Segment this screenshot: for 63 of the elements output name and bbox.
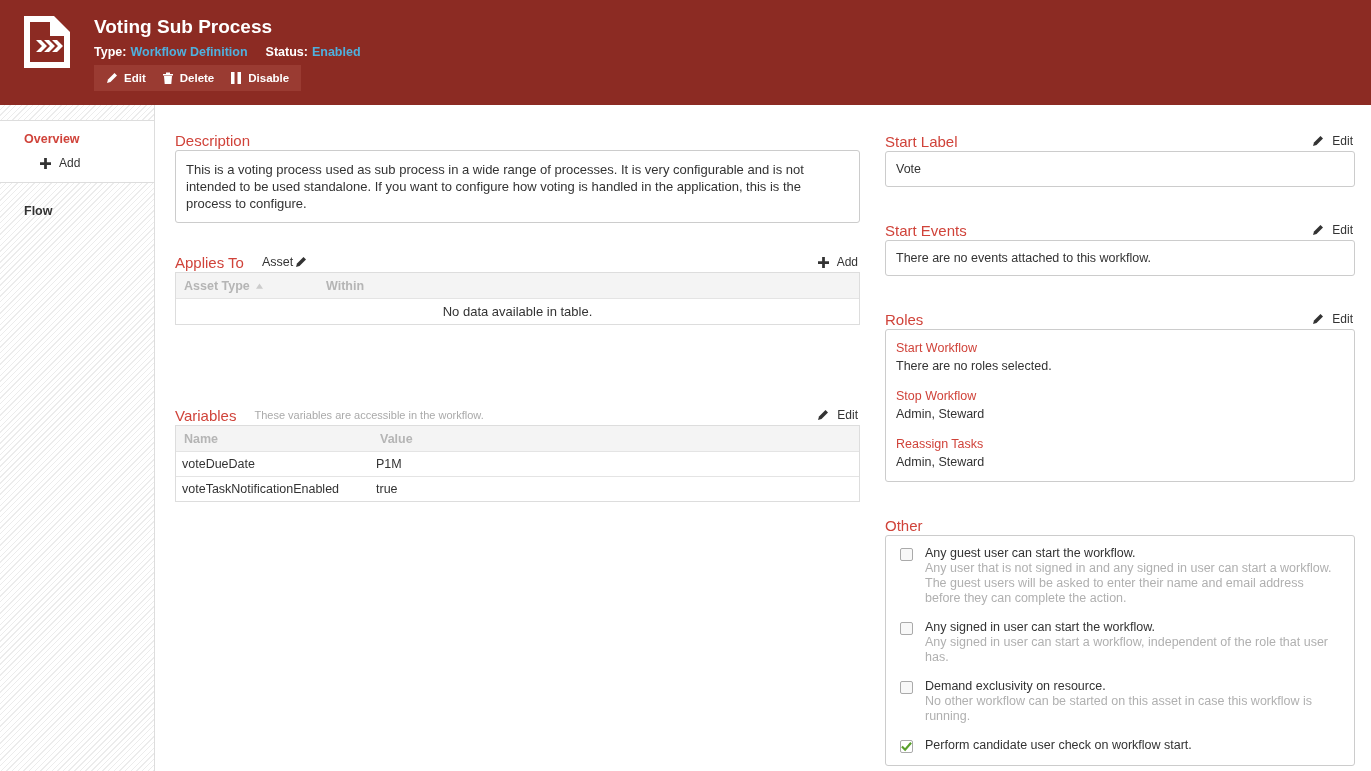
checkbox[interactable] [900, 622, 913, 635]
column-header: Value [379, 431, 413, 446]
option-label: Any signed in user can start the workflow. [925, 620, 1156, 635]
add-button[interactable]: Add [817, 255, 860, 271]
role-value: Admin, Steward [896, 406, 986, 423]
description-text: This is a voting process used as sub process in a wide range of processes. It is very configurable and is not intended to be used standalone. If you want to configure how voting is handled in the application, this is the process to configure. [175, 150, 860, 223]
role-value: There are no roles selected. [896, 358, 1053, 375]
page-title: Voting Sub Process [94, 16, 274, 38]
type-value: Workflow Definition [130, 45, 248, 59]
trash-icon [161, 72, 174, 84]
role-name: Stop Workflow [896, 388, 978, 405]
option-label: Demand exclusivity on resource. [925, 679, 1107, 694]
table-cell-text: voteTaskNotificationEnabled [181, 482, 341, 496]
section-title: Description [175, 132, 251, 149]
table-cell-text: true [375, 482, 398, 496]
section-title: Applies To [175, 254, 244, 271]
checkbox[interactable] [900, 681, 913, 694]
disable-button[interactable]: Disable [222, 68, 298, 88]
edit-button[interactable]: Edit [1312, 312, 1355, 328]
section-title: Variables [175, 407, 237, 424]
pencil-icon [1312, 224, 1325, 236]
status-label: Status: [265, 45, 308, 59]
column-header: Name [183, 431, 220, 446]
table-cell-text: voteDueDate [181, 457, 256, 471]
section-hint: These variables are accessible in the workflow. [254, 409, 484, 423]
option-description: Any signed in user can start a workflow, independent of the role that user has. [925, 635, 1329, 665]
start-label-value: Vote [896, 162, 922, 176]
add-button[interactable]: Add [40, 156, 81, 170]
role-name: Reassign Tasks [896, 436, 985, 453]
option-description: Any user that is not signed in and any signed in user can start a workflow. The guest users will be asked to enter their name and email address before they can complete the action. [925, 561, 1333, 606]
pause-icon [230, 72, 243, 84]
pencil-icon [1312, 135, 1325, 147]
table-cell-text: P1M [375, 457, 402, 471]
plus-icon [40, 157, 51, 169]
section-title: Start Label [885, 133, 958, 150]
pencil-icon [1312, 313, 1325, 325]
role-name: Start Workflow [896, 340, 979, 357]
checkbox[interactable] [900, 740, 913, 753]
pencil-icon [817, 409, 830, 421]
section-title: Roles [885, 311, 924, 328]
document-arrows-icon [24, 16, 70, 68]
pencil-icon [106, 72, 118, 84]
delete-button[interactable]: Delete [153, 68, 223, 88]
edit-button[interactable]: Edit [817, 408, 860, 424]
option-label: Perform candidate user check on workflow start. [925, 738, 1192, 753]
sidebar-tab[interactable]: Flow [24, 204, 53, 218]
plus-icon [817, 256, 829, 268]
empty-message: There are no events attached to this workflow. [896, 251, 1151, 265]
sidebar-tab[interactable]: Overview [24, 132, 80, 146]
pencil-icon [295, 256, 308, 268]
edit-button[interactable]: Edit [1312, 223, 1355, 239]
option-label: Any guest user can start the workflow. [925, 546, 1137, 561]
edit-button[interactable]: Edit [1312, 134, 1355, 150]
edit-button[interactable]: Edit [98, 68, 154, 88]
empty-message: No data available in table. [442, 304, 593, 319]
role-value: Admin, Steward [896, 454, 986, 471]
asset-link[interactable]: Asset [261, 255, 310, 271]
section-title: Other [885, 517, 923, 534]
type-label: Type: [94, 45, 127, 59]
option-description: No other workflow can be started on this asset in case this workflow is running. [925, 694, 1313, 724]
checkbox[interactable] [900, 548, 913, 561]
status-value: Enabled [311, 45, 361, 59]
section-title: Start Events [885, 222, 967, 239]
